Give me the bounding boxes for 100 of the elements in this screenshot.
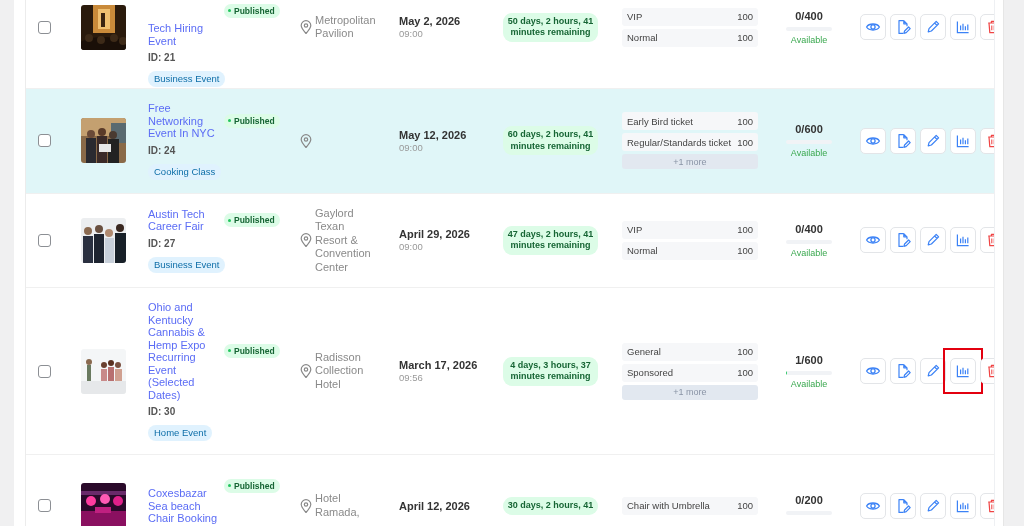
row-checkbox[interactable]: [38, 499, 51, 513]
pencil-icon: [925, 132, 941, 149]
edit-button[interactable]: [920, 14, 946, 40]
event-id: ID: 30: [148, 405, 176, 419]
event-title-link[interactable]: Free Networking Event In NYC: [148, 102, 222, 140]
ticket-quantity: 100: [737, 32, 753, 43]
time-remaining-badge: 47 days, 2 hours, 41 minutes remaining: [503, 225, 598, 255]
stats-button[interactable]: [950, 358, 976, 384]
pencil-icon: [925, 363, 941, 379]
row-checkbox[interactable]: [38, 20, 51, 34]
stats-button[interactable]: [950, 14, 976, 40]
event-date: March 17, 2026: [399, 358, 479, 372]
view-button[interactable]: [860, 358, 886, 384]
event-id: ID: 24: [148, 143, 176, 158]
availability-label: Available: [790, 147, 828, 160]
location-pin-icon: [300, 498, 312, 513]
edit-button[interactable]: [920, 227, 946, 254]
event-time: 09:56: [399, 372, 424, 384]
edit-button[interactable]: [920, 358, 946, 384]
document-button[interactable]: [890, 14, 916, 40]
pencil-icon: [925, 19, 941, 35]
document-button[interactable]: [890, 127, 916, 154]
category-tag: Business Event: [148, 256, 226, 273]
event-location: Hotel Ramada,: [315, 492, 361, 520]
status-badge: Published: [224, 3, 280, 18]
document-pen-icon: [895, 232, 911, 249]
stats-button[interactable]: [950, 127, 976, 154]
status-badge: Published: [224, 113, 280, 128]
event-time: 09:00: [399, 241, 424, 254]
time-remaining-badge: 50 days, 2 hours, 41 minutes remaining: [503, 12, 598, 42]
event-time: 09:00: [399, 141, 424, 154]
ticket-quantity: 100: [737, 245, 753, 257]
event-date: May 2, 2026: [399, 14, 462, 28]
sold-count: 1/600: [795, 352, 823, 367]
event-title-link[interactable]: Tech Hiring Event: [148, 22, 222, 47]
table-row[interactable]: Free Networking Event In NYC ID: 24 Cooking Class Published May 12, 2026 09:00 60 days, 2 hours, 41 minutes remaining Early Bird ticket 100 Regular/Standards ticket 100 +1 more 0/600 Available: [26, 89, 994, 194]
ticket-name: Normal: [627, 32, 658, 43]
more-tickets-button[interactable]: +1 more: [622, 154, 758, 170]
ticket-quantity: 100: [737, 11, 753, 22]
status-badge: Published: [224, 343, 280, 358]
row-checkbox[interactable]: [38, 364, 51, 378]
status-badge: Published: [224, 213, 280, 227]
bar-chart-icon: [955, 19, 971, 35]
location-pin-icon: [300, 20, 312, 34]
edit-button[interactable]: [920, 492, 946, 519]
document-pen-icon: [895, 19, 911, 35]
time-remaining-badge: 60 days, 2 hours, 41 minutes remaining: [503, 126, 598, 156]
event-title-link[interactable]: Ohio and Kentucky Cannabis & Hemp Expo Recurring Event (Selected Dates): [148, 301, 222, 401]
event-id: ID: 27: [148, 236, 176, 251]
sold-count: 0/600: [795, 122, 823, 137]
document-button[interactable]: [890, 227, 916, 254]
row-checkbox[interactable]: [38, 134, 51, 148]
document-pen-icon: [895, 497, 911, 514]
ticket-quantity: 100: [737, 136, 753, 148]
event-date: April 12, 2026: [399, 498, 471, 513]
location-pin-icon: [300, 133, 312, 148]
view-button[interactable]: [860, 14, 886, 40]
event-location: Gaylord Texan Resort & Convention Center: [315, 206, 372, 274]
view-button[interactable]: [860, 127, 886, 154]
ticket-name: Sponsored: [627, 367, 673, 378]
ticket-quantity: 100: [737, 367, 753, 378]
ticket-quantity: 100: [737, 115, 753, 127]
availability-label: Available: [790, 33, 828, 46]
ticket-quantity: 100: [737, 224, 753, 236]
view-button[interactable]: [860, 227, 886, 254]
event-location: Radisson Collection Hotel: [315, 350, 365, 392]
row-checkbox[interactable]: [38, 233, 51, 247]
event-id: ID: 21: [148, 51, 176, 65]
location-pin-icon: [300, 364, 312, 378]
event-date: April 29, 2026: [399, 227, 471, 242]
event-title-link[interactable]: Austin Tech Career Fair: [148, 207, 222, 233]
ticket-name: Regular/Standards ticket: [627, 136, 732, 148]
bar-chart-icon: [955, 232, 971, 249]
pencil-icon: [925, 497, 941, 514]
category-tag: Cooking Class: [148, 163, 222, 180]
location-pin-icon: [300, 233, 312, 248]
more-tickets-button[interactable]: +1 more: [622, 384, 758, 400]
status-badge: Published: [224, 478, 280, 493]
document-pen-icon: [895, 363, 911, 379]
document-button[interactable]: [890, 358, 916, 384]
view-button[interactable]: [860, 492, 886, 519]
event-title-link[interactable]: Coxesbazar Sea beach Chair Booking: [148, 487, 222, 525]
ticket-name: Chair with Umbrella: [627, 500, 710, 512]
time-remaining-badge: 4 days, 3 hours, 37 minutes remaining: [503, 356, 598, 386]
edit-button[interactable]: [920, 127, 946, 154]
ticket-quantity: 100: [737, 346, 753, 357]
ticket-quantity: 100: [737, 500, 753, 512]
sold-count: 0/400: [795, 221, 823, 236]
availability-label: Available: [790, 377, 828, 390]
ticket-name: VIP: [627, 224, 643, 236]
document-button[interactable]: [890, 492, 916, 519]
stats-button[interactable]: [950, 227, 976, 254]
availability-label: Available: [790, 246, 828, 259]
ticket-name: General: [627, 346, 661, 357]
time-remaining-badge: 30 days, 2 hours, 41: [503, 497, 598, 515]
ticket-name: Early Bird ticket: [627, 115, 693, 127]
sold-count: 0/200: [795, 493, 823, 508]
event-location: Metropolitan Pavilion: [315, 13, 377, 41]
ticket-name: Normal: [627, 245, 658, 257]
stats-button[interactable]: [950, 492, 976, 519]
